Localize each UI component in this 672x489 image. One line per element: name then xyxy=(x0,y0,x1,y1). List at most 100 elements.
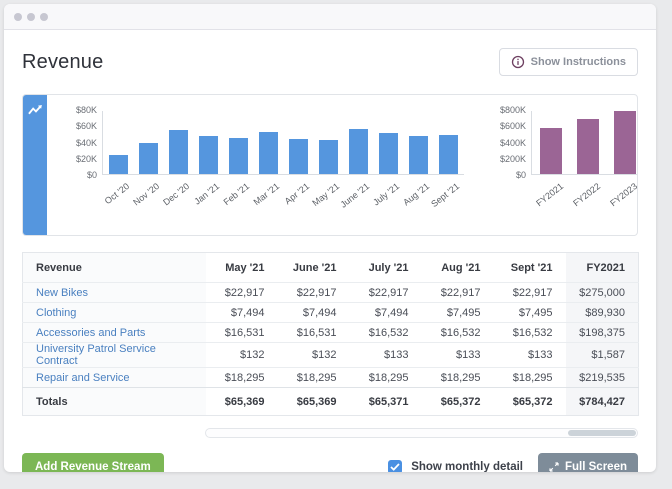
fy-chart-plot-area xyxy=(531,111,638,175)
totals-cell: $65,371 xyxy=(350,388,422,416)
bar-Sept '21 xyxy=(439,135,458,174)
revenue-stream-link[interactable]: New Bikes xyxy=(36,287,88,299)
revenue-stream-link[interactable]: University Patrol Service Contract xyxy=(36,343,156,367)
x-tick-label: FY2021 xyxy=(534,181,565,208)
table-row: Repair and Service $18,295 $18,295 $18,2… xyxy=(23,368,639,388)
revenue-stream-link[interactable]: Clothing xyxy=(36,307,76,319)
table-cell: $16,532 xyxy=(350,323,422,343)
bar-Apr '21 xyxy=(289,139,308,174)
footer-toolbar: Add Revenue Stream Show monthly detail xyxy=(22,453,638,472)
table-cell: $22,917 xyxy=(278,283,350,303)
totals-cell: $65,372 xyxy=(494,388,566,416)
checkmark-icon xyxy=(390,463,400,471)
totals-cell: $784,427 xyxy=(566,388,639,416)
bar-Aug '21 xyxy=(409,136,428,174)
column-header: FY2021 xyxy=(566,253,639,283)
chart-accent-strip xyxy=(23,95,47,235)
y-tick-label: $400K xyxy=(488,139,526,148)
table-cell: $7,495 xyxy=(422,303,494,323)
table-cell: $18,295 xyxy=(494,368,566,388)
totals-row: Totals $65,369 $65,369 $65,371 $65,372 $… xyxy=(23,388,639,416)
monthly-chart-plot-area xyxy=(102,111,464,175)
table-cell: $7,494 xyxy=(278,303,350,323)
totals-cell: $65,369 xyxy=(206,388,278,416)
main-content: Revenue Show Instructions xyxy=(4,46,656,472)
table-cell: $275,000 xyxy=(566,283,639,303)
page-title: Revenue xyxy=(22,51,103,74)
fy-chart-x-axis: FY2021FY2022FY2023 xyxy=(531,175,638,215)
bar-FY2022 xyxy=(577,119,599,174)
show-instructions-button[interactable]: Show Instructions xyxy=(499,48,638,76)
fullscreen-icon xyxy=(549,462,559,472)
y-tick-label: $800K xyxy=(488,106,526,115)
x-tick-label: Sept '21 xyxy=(429,181,461,209)
bar-FY2021 xyxy=(540,128,562,174)
window-titlebar xyxy=(4,4,656,30)
x-tick-label: Apr '21 xyxy=(283,181,311,206)
bar-Mar '21 xyxy=(259,132,278,174)
scrollbar-thumb[interactable] xyxy=(568,430,636,436)
x-tick-label: July '21 xyxy=(371,181,401,207)
bar-June '21 xyxy=(349,129,368,174)
table-cell: $18,295 xyxy=(422,368,494,388)
x-tick-label: Aug '21 xyxy=(401,181,431,208)
monthly-chart-y-axis: $80K $60K $40K $20K $0 xyxy=(59,106,97,180)
horizontal-scrollbar[interactable] xyxy=(205,428,638,438)
y-tick-label: $200K xyxy=(488,155,526,164)
revenue-stream-link[interactable]: Accessories and Parts xyxy=(36,327,145,339)
show-instructions-label: Show Instructions xyxy=(531,56,626,68)
window-control-dot[interactable] xyxy=(27,13,35,21)
full-screen-button[interactable]: Full Screen xyxy=(538,453,638,472)
table-cell: $18,295 xyxy=(278,368,350,388)
x-tick-label: June '21 xyxy=(339,181,372,210)
totals-label: Totals xyxy=(23,388,206,416)
table-cell: $22,917 xyxy=(350,283,422,303)
charts-panel: $80K $60K $40K $20K $0 Oct '20Nov '20Dec… xyxy=(22,94,638,236)
bar-July '21 xyxy=(379,133,398,174)
trend-line-icon xyxy=(28,104,43,116)
fy-chart-y-axis: $800K $600K $400K $200K $0 xyxy=(488,106,526,180)
table-cell: $18,295 xyxy=(350,368,422,388)
add-revenue-stream-button[interactable]: Add Revenue Stream xyxy=(22,453,164,472)
column-header: July '21 xyxy=(350,253,422,283)
table-row: University Patrol Service Contract $132 … xyxy=(23,343,639,368)
bar-Dec '20 xyxy=(169,130,188,174)
app-window: Revenue Show Instructions xyxy=(4,4,656,472)
y-tick-label: $40K xyxy=(59,139,97,148)
table-row: Clothing $7,494 $7,494 $7,494 $7,495 $7,… xyxy=(23,303,639,323)
show-monthly-detail-label[interactable]: Show monthly detail xyxy=(411,461,523,472)
totals-cell: $65,369 xyxy=(278,388,350,416)
column-header: May '21 xyxy=(206,253,278,283)
show-monthly-detail-checkbox[interactable] xyxy=(388,460,402,472)
table-cell: $198,375 xyxy=(566,323,639,343)
table-cell: $133 xyxy=(350,343,422,368)
x-tick-label: Mar '21 xyxy=(252,181,282,207)
table-cell: $7,494 xyxy=(350,303,422,323)
column-header: Sept '21 xyxy=(494,253,566,283)
x-tick-label: FY2023 xyxy=(608,181,638,208)
table-cell: $16,531 xyxy=(278,323,350,343)
page-header: Revenue Show Instructions xyxy=(22,46,638,78)
table-cell: $219,535 xyxy=(566,368,639,388)
window-control-dot[interactable] xyxy=(14,13,22,21)
table-cell: $22,917 xyxy=(206,283,278,303)
window-control-dot[interactable] xyxy=(40,13,48,21)
table-cell: $18,295 xyxy=(206,368,278,388)
charts-area: $80K $60K $40K $20K $0 Oct '20Nov '20Dec… xyxy=(47,95,638,235)
bar-Oct '20 xyxy=(109,155,128,174)
y-tick-label: $60K xyxy=(59,122,97,131)
bar-FY2023 xyxy=(614,111,636,174)
monthly-revenue-chart: $80K $60K $40K $20K $0 Oct '20Nov '20Dec… xyxy=(59,111,464,235)
table-cell: $16,532 xyxy=(494,323,566,343)
table-cell: $16,532 xyxy=(422,323,494,343)
table-cell: $16,531 xyxy=(206,323,278,343)
info-icon xyxy=(511,55,525,69)
monthly-chart-x-axis: Oct '20Nov '20Dec '20Jan '21Feb '21Mar '… xyxy=(102,175,464,215)
revenue-table: Revenue May '21 June '21 July '21 Aug '2… xyxy=(22,252,639,416)
full-screen-label: Full Screen xyxy=(565,461,627,472)
y-tick-label: $20K xyxy=(59,155,97,164)
table-cell: $132 xyxy=(206,343,278,368)
table-cell: $133 xyxy=(422,343,494,368)
revenue-stream-link[interactable]: Repair and Service xyxy=(36,372,130,384)
table-cell: $133 xyxy=(494,343,566,368)
